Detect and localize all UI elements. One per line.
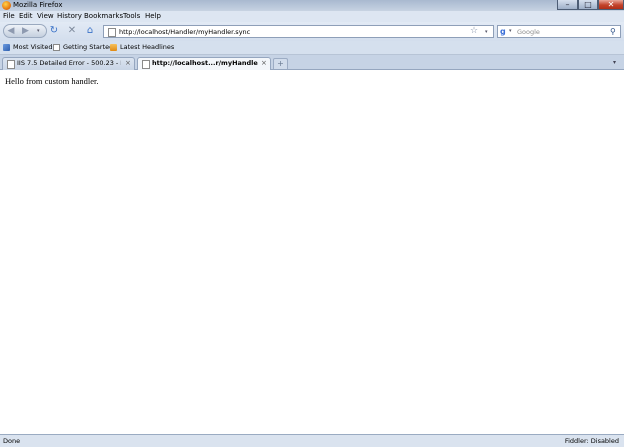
bookmarks-toolbar: Most Visited Getting Started Latest Head… xyxy=(0,41,624,55)
url-text[interactable]: http://localhost/Handler/myHandler.sync xyxy=(119,27,250,37)
close-tab-icon[interactable]: × xyxy=(261,59,267,68)
close-tab-icon[interactable]: × xyxy=(125,59,131,68)
new-tab-button[interactable]: + xyxy=(273,58,288,69)
menu-history[interactable]: History xyxy=(57,12,82,21)
page-icon xyxy=(7,60,15,69)
menu-file[interactable]: File xyxy=(3,12,15,21)
firefox-logo-icon xyxy=(2,1,11,10)
stop-icon[interactable]: ✕ xyxy=(66,25,78,37)
page-content: Hello from custom handler. xyxy=(0,70,624,434)
menu-bar: File Edit View History Bookmarks Tools H… xyxy=(0,11,624,22)
status-text: Done xyxy=(3,437,21,445)
navigation-toolbar: ◀ ▶ ▾ ↻ ✕ ⌂ http://localhost/Handler/myH… xyxy=(0,22,624,41)
status-bar: Done Fiddler: Disabled xyxy=(0,434,624,447)
url-dropdown-icon[interactable]: ▾ xyxy=(485,27,488,37)
menu-bookmarks[interactable]: Bookmarks xyxy=(84,12,123,21)
list-all-tabs-icon[interactable]: ▾ xyxy=(613,59,616,66)
bookmark-getting-started[interactable]: Getting Started xyxy=(63,43,113,52)
bookmark-most-visited[interactable]: Most Visited xyxy=(13,43,53,52)
maximize-button[interactable]: □ xyxy=(578,0,598,10)
most-visited-icon xyxy=(3,44,10,51)
menu-edit[interactable]: Edit xyxy=(19,12,33,21)
search-engine-dropdown-icon[interactable]: ▾ xyxy=(509,27,512,36)
page-icon xyxy=(142,60,150,69)
close-window-button[interactable]: ✕ xyxy=(598,0,624,10)
search-icon[interactable]: ⚲ xyxy=(610,26,616,37)
menu-view[interactable]: View xyxy=(37,12,54,21)
address-bar[interactable]: http://localhost/Handler/myHandler.sync … xyxy=(103,25,494,38)
search-bar[interactable]: g ▾ Google ⚲ xyxy=(497,25,621,38)
tab-strip: IIS 7.5 Detailed Error - 500.23 - Inter.… xyxy=(0,55,624,71)
fiddler-status[interactable]: Fiddler: Disabled xyxy=(565,437,619,446)
search-input[interactable]: Google xyxy=(517,27,540,37)
bookmark-latest-headlines[interactable]: Latest Headlines xyxy=(120,43,174,52)
back-forward-group: ◀ ▶ ▾ xyxy=(3,24,47,38)
forward-arrow-icon[interactable]: ▶ xyxy=(22,25,34,37)
window-title: Mozilla Firefox xyxy=(13,1,63,9)
tab-label: IIS 7.5 Detailed Error - 500.23 - Inter.… xyxy=(17,59,121,67)
tab-iis-error[interactable]: IIS 7.5 Detailed Error - 500.23 - Inter.… xyxy=(2,57,135,70)
home-icon[interactable]: ⌂ xyxy=(84,25,96,37)
minimize-button[interactable]: – xyxy=(557,0,578,10)
history-dropdown-icon[interactable]: ▾ xyxy=(37,26,40,36)
page-icon xyxy=(108,28,116,37)
rss-feed-icon xyxy=(110,44,117,51)
google-logo-icon[interactable]: g xyxy=(500,27,508,36)
tab-label: http://localhost...r/myHandler.sync xyxy=(152,59,258,67)
bookmark-star-icon[interactable]: ☆ xyxy=(470,26,478,37)
menu-tools[interactable]: Tools xyxy=(123,12,140,21)
back-arrow-icon[interactable]: ◀ xyxy=(5,25,17,37)
reload-icon[interactable]: ↻ xyxy=(48,25,60,37)
handler-message: Hello from custom handler. xyxy=(5,76,99,86)
menu-help[interactable]: Help xyxy=(145,12,161,21)
page-icon xyxy=(53,44,60,51)
tab-my-handler[interactable]: http://localhost...r/myHandler.sync × xyxy=(137,57,271,71)
title-bar: Mozilla Firefox – □ ✕ xyxy=(0,0,624,11)
